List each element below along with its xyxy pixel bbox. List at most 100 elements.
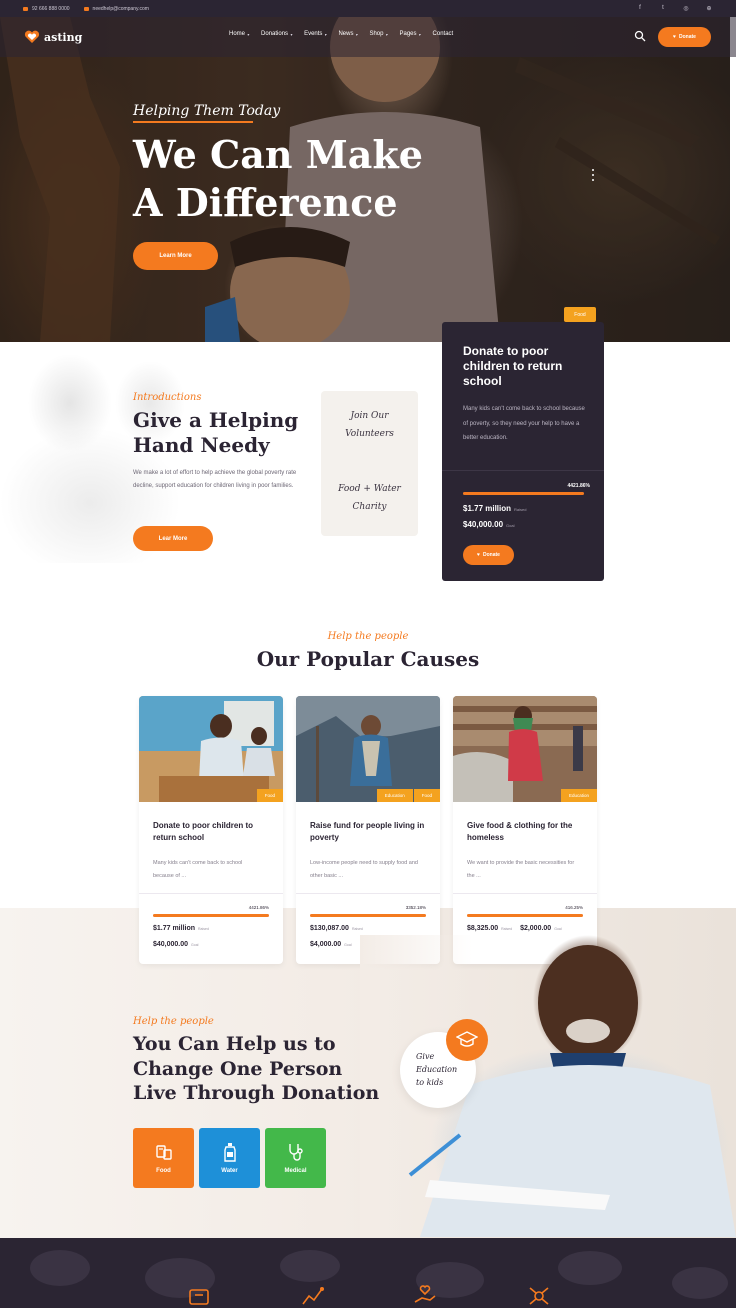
stats-band: [0, 1238, 736, 1308]
facebook-icon[interactable]: f: [635, 3, 645, 13]
menu-item-pages[interactable]: Pages ▾: [400, 31, 421, 37]
chevron-down-icon: ▾: [324, 31, 327, 37]
hero-subtitle-underline: [133, 121, 253, 123]
cause-tag[interactable]: Education: [560, 789, 597, 802]
divider: [453, 893, 597, 894]
twitter-icon[interactable]: t: [658, 3, 668, 13]
cause-tag[interactable]: Food: [413, 789, 440, 802]
cause-title[interactable]: Donate to poor children to return school: [153, 820, 271, 844]
cause-raised: $130,087.00 Raised: [310, 925, 363, 932]
cause-text: Low-income people need to supply food an…: [310, 860, 418, 879]
graduation-cap-icon: [446, 1019, 488, 1061]
progress-fill: [467, 914, 583, 917]
divider: [296, 893, 440, 894]
featured-category-tag[interactable]: Food: [564, 307, 596, 322]
water-icon: [223, 1143, 236, 1162]
progress-fill: [310, 914, 426, 917]
heart-logo-icon: [24, 30, 40, 43]
menu-item-donations[interactable]: Donations ▾: [261, 31, 292, 37]
cause-text: We want to provide the basic necessities…: [467, 860, 575, 879]
social-links: f t ◎ ⊕: [635, 3, 714, 13]
cause-raised: $8,325.00 Raised $2,000.00 Goal: [467, 925, 562, 932]
help-title: You Can Help us to Change One Person Liv…: [133, 1033, 380, 1104]
email-info[interactable]: needhelp@company.com: [83, 5, 149, 12]
cause-image: [139, 696, 283, 802]
phone-icon: [23, 6, 28, 11]
hero-learn-more-button[interactable]: Learn More: [133, 242, 218, 270]
food-card-label: Food: [156, 1168, 171, 1174]
water-card[interactable]: Water: [199, 1128, 260, 1188]
chevron-down-icon: ▾: [385, 31, 388, 37]
cause-title[interactable]: Give food & clothing for the homeless: [467, 820, 585, 844]
menu-item-news[interactable]: News ▾: [338, 31, 357, 37]
hand-heart-icon: [414, 1285, 436, 1303]
medical-icon: [288, 1144, 303, 1161]
email-address: needhelp@company.com: [92, 5, 149, 12]
chevron-down-icon: ▾: [247, 31, 250, 37]
donate-button-label: Donate: [679, 34, 696, 40]
logo[interactable]: asting: [24, 28, 82, 46]
hands-pattern: [30, 1250, 728, 1299]
main-nav: asting Home ▾ Donations ▾ Events ▾ News ▾ Sh…: [0, 17, 736, 57]
causes-script: Help the people: [327, 631, 409, 642]
cause-goal: $4,000.00 Goal: [310, 941, 352, 948]
intro-title: Give a Helping Hand Needy: [133, 408, 299, 457]
menu-item-home[interactable]: Home ▾: [229, 31, 249, 37]
intro-learn-more-button[interactable]: Lear More: [133, 526, 213, 551]
featured-title: Donate to poor children to return school: [463, 344, 563, 388]
chevron-down-icon: ▾: [290, 31, 293, 37]
cause-title[interactable]: Raise fund for people living in poverty: [310, 820, 428, 844]
note-line: Volunteers: [345, 429, 394, 439]
search-icon[interactable]: [634, 30, 646, 42]
menu-item-shop[interactable]: Shop ▾: [369, 31, 387, 37]
hero-title: We Can Make A Difference: [133, 131, 453, 227]
hero-title-line2: A Difference: [133, 180, 398, 225]
cause-image: [453, 696, 597, 802]
divider: [442, 470, 604, 471]
menu: Home ▾ Donations ▾ Events ▾ News ▾ Shop ▾ Pag…: [229, 31, 453, 37]
hero-title-line1: We Can Make: [133, 132, 423, 177]
menu-item-contact[interactable]: Contact: [433, 31, 454, 37]
featured-donation-card[interactable]: Donate to poor children to return school…: [442, 322, 604, 581]
instagram-icon[interactable]: ◎: [681, 3, 691, 13]
cause-card[interactable]: Education Food Raise fund for people liv…: [296, 696, 440, 964]
featured-donate-button[interactable]: ♥ Donate: [463, 545, 514, 565]
featured-percent: 4421.86%: [567, 483, 590, 489]
cause-tag[interactable]: Food: [256, 789, 283, 802]
help-script: Help the people: [133, 1016, 214, 1027]
top-bar: 92 666 888 0000 needhelp@company.com f t…: [0, 0, 736, 17]
cause-card[interactable]: Education Give food & clothing for the h…: [453, 696, 597, 964]
slider-dots[interactable]: [592, 169, 594, 181]
cause-tag[interactable]: Education: [376, 789, 413, 802]
cause-raised: $1.77 million Raised: [153, 925, 209, 932]
medical-card[interactable]: Medical: [265, 1128, 326, 1188]
featured-raised: $1.77 million Raised: [463, 504, 527, 513]
cause-image: [296, 696, 440, 802]
note-line: Charity: [352, 502, 387, 512]
progress-fill: [153, 914, 269, 917]
donate-button[interactable]: ♥ Donate: [658, 27, 711, 47]
cause-percent: 3352.18%: [405, 905, 426, 910]
dribbble-icon[interactable]: ⊕: [704, 3, 714, 13]
cause-text: Many kids can't come back to school beca…: [153, 860, 243, 879]
chevron-down-icon: ▾: [418, 31, 421, 37]
food-card[interactable]: Food: [133, 1128, 194, 1188]
causes-title: Our Popular Causes: [256, 647, 480, 671]
heart-icon: ♥: [673, 34, 676, 40]
cause-progress-bar: [153, 914, 269, 917]
email-icon: [83, 6, 89, 11]
donation-box-icon: [189, 1289, 209, 1305]
cause-goal: $40,000.00 Goal: [153, 941, 199, 948]
handwritten-note-card: Join Our Volunteers Food + Water Charity: [321, 391, 418, 536]
cause-tags: Education: [560, 789, 597, 802]
cause-progress-bar: [467, 914, 583, 917]
cause-card[interactable]: Food Donate to poor children to return s…: [139, 696, 283, 964]
featured-progress-bar: [463, 492, 584, 495]
menu-item-events[interactable]: Events ▾: [304, 31, 326, 37]
phone-info[interactable]: 92 666 888 0000: [23, 6, 70, 12]
cause-percent: 416.25%: [565, 905, 583, 910]
heart-icon: ♥: [477, 552, 480, 558]
cause-tags: Education Food: [376, 789, 440, 802]
hero-banner: Helping Them Today We Can Make A Differe…: [0, 17, 730, 342]
featured-goal: $40,000.00 Goal: [463, 520, 515, 529]
